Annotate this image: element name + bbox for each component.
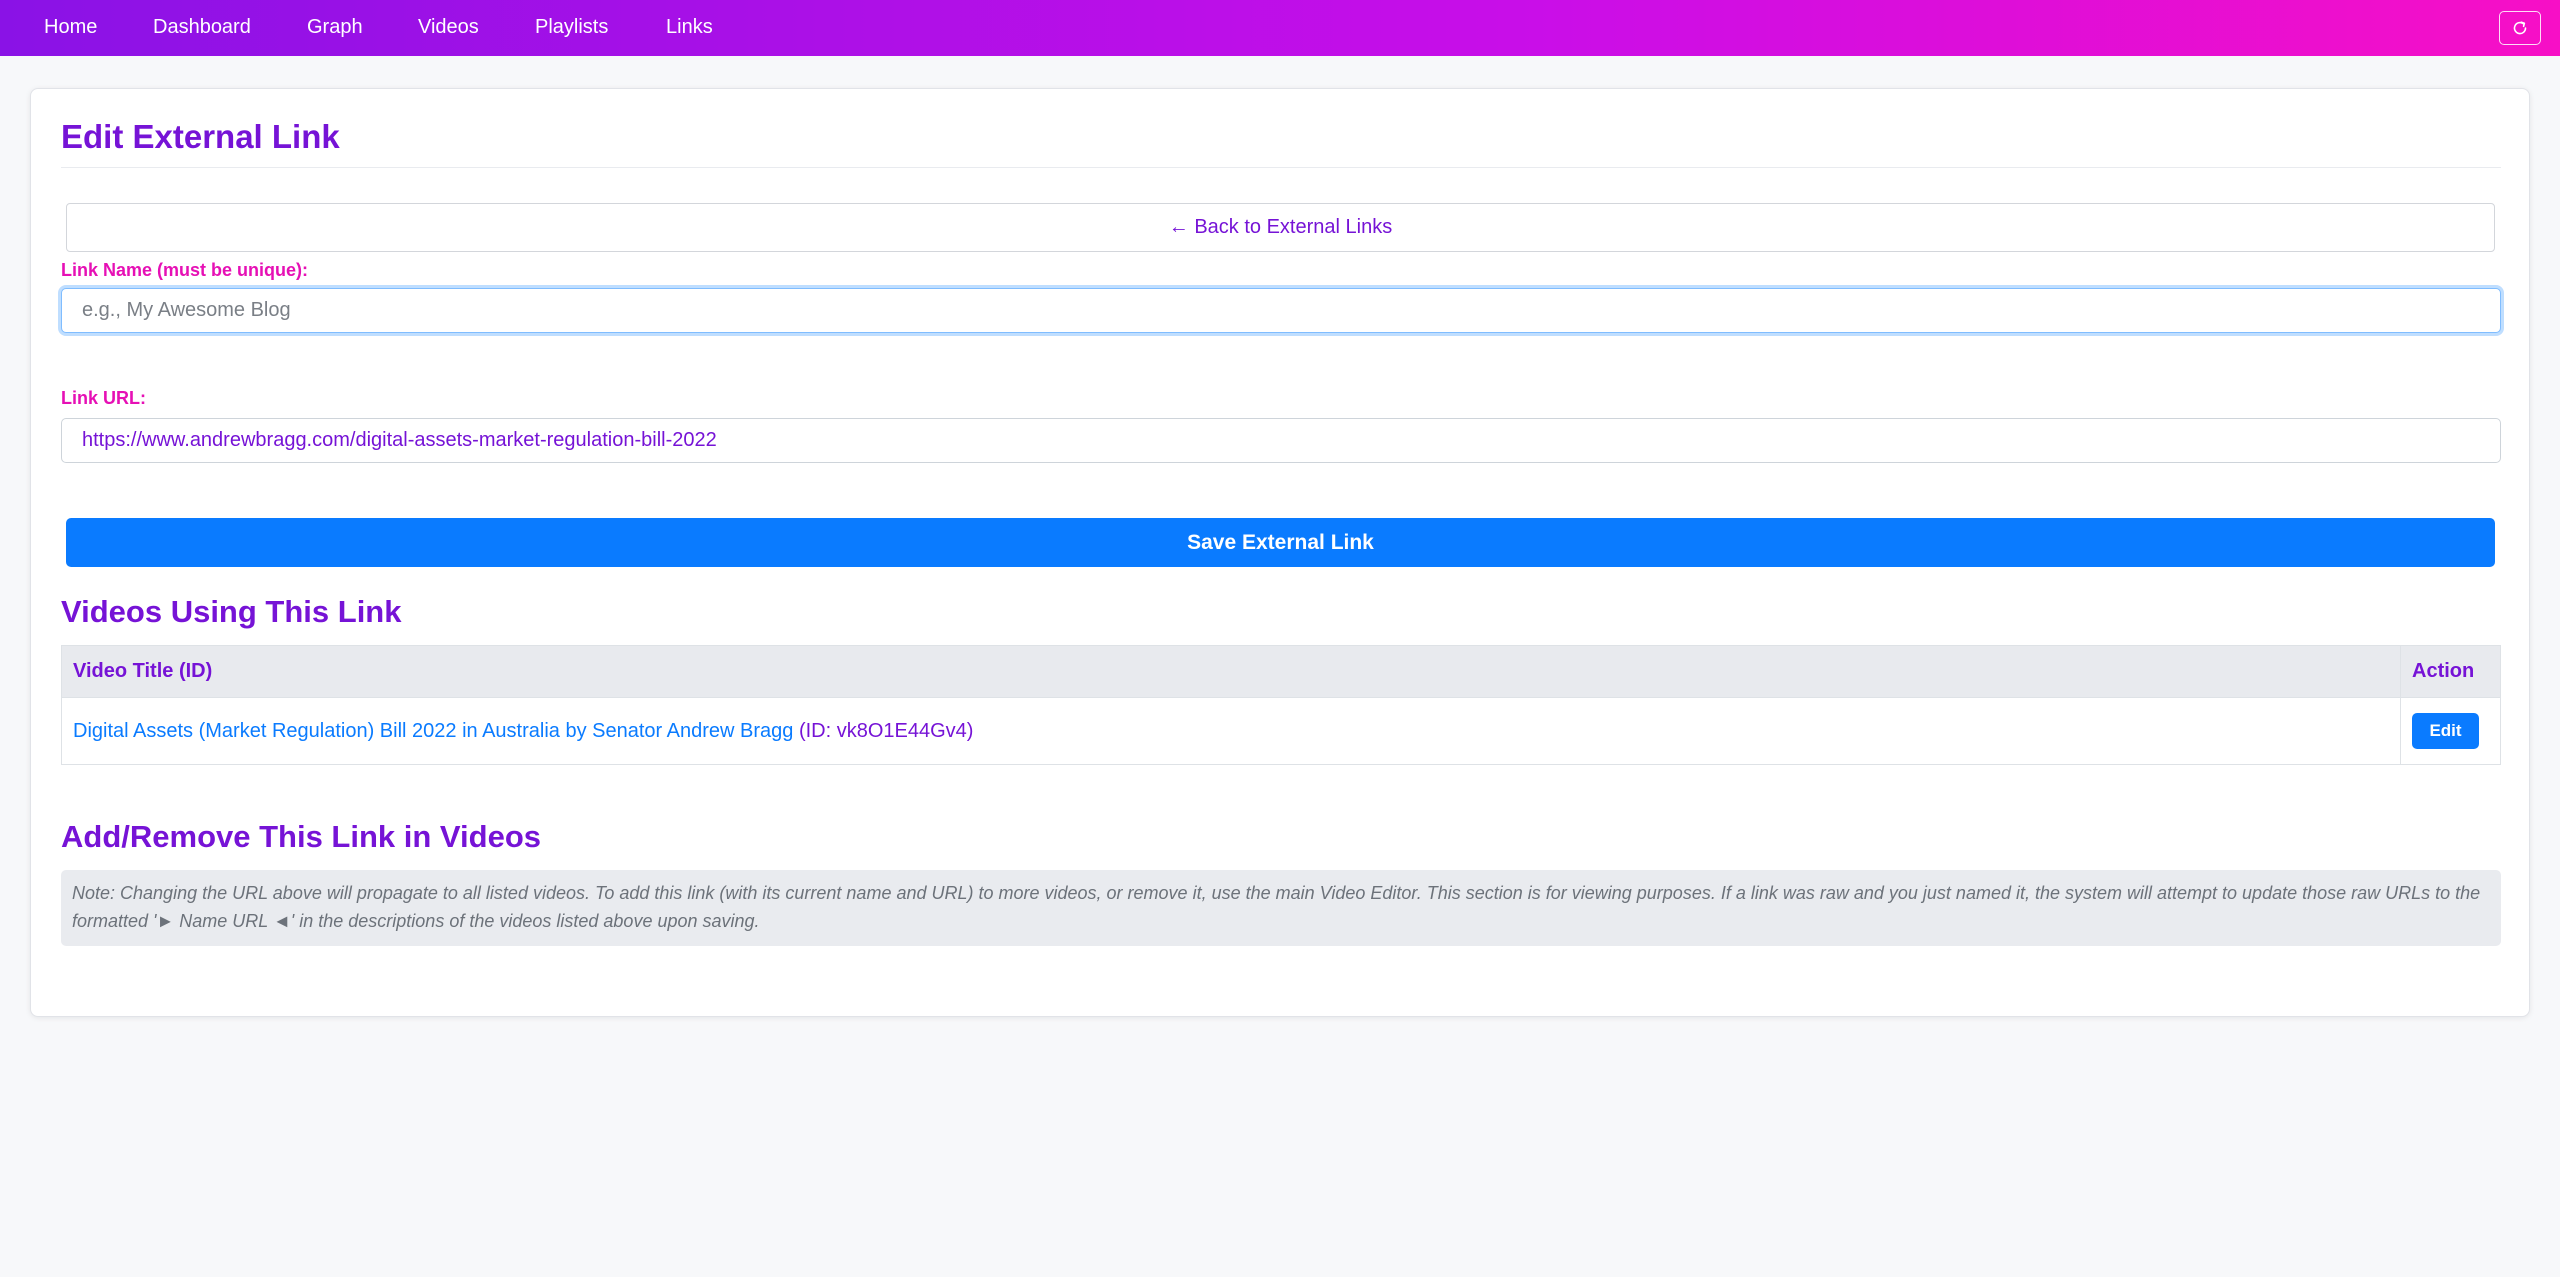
nav-home[interactable]: Home	[44, 14, 97, 40]
page-title: Edit External Link	[61, 118, 340, 155]
table-row: Digital Assets (Market Regulation) Bill …	[61, 697, 2501, 765]
column-video-title: Video Title (ID)	[61, 645, 2401, 698]
edit-link-card: Edit External Link ← Back to External Li…	[30, 88, 2530, 1017]
link-url-input[interactable]	[61, 418, 2501, 463]
nav-graph[interactable]: Graph	[307, 14, 363, 40]
back-to-links-button[interactable]: ← Back to External Links	[66, 203, 2495, 252]
link-url-label: Link URL:	[61, 388, 146, 408]
videos-section-title: Videos Using This Link	[61, 594, 402, 629]
table-header-row: Video Title (ID) Action	[61, 645, 2501, 698]
title-divider	[61, 167, 2501, 168]
nav-playlists[interactable]: Playlists	[535, 14, 608, 40]
link-name-label: Link Name (must be unique):	[61, 260, 309, 280]
info-note: Note: Changing the URL above will propag…	[61, 870, 2501, 946]
video-title-cell: Digital Assets (Market Regulation) Bill …	[61, 697, 2401, 765]
video-id: (ID: vk8O1E44Gv4)	[798, 719, 974, 742]
top-navbar: Home Dashboard Graph Videos Playlists Li…	[0, 0, 2560, 56]
edit-video-button[interactable]: Edit	[2412, 713, 2479, 749]
refresh-icon	[2513, 21, 2527, 35]
nav-videos[interactable]: Videos	[418, 14, 479, 40]
save-external-link-button[interactable]: Save External Link	[66, 518, 2495, 567]
action-cell: Edit	[2400, 697, 2501, 765]
refresh-button[interactable]	[2499, 11, 2541, 45]
videos-table: Video Title (ID) Action Digital Assets (…	[61, 645, 2501, 765]
link-name-input[interactable]	[61, 288, 2501, 333]
nav-links[interactable]: Links	[666, 14, 713, 40]
nav-dashboard[interactable]: Dashboard	[153, 14, 251, 40]
column-action: Action	[2400, 645, 2501, 698]
video-title-link[interactable]: Digital Assets (Market Regulation) Bill …	[73, 720, 793, 742]
add-remove-section-title: Add/Remove This Link in Videos	[61, 819, 542, 854]
